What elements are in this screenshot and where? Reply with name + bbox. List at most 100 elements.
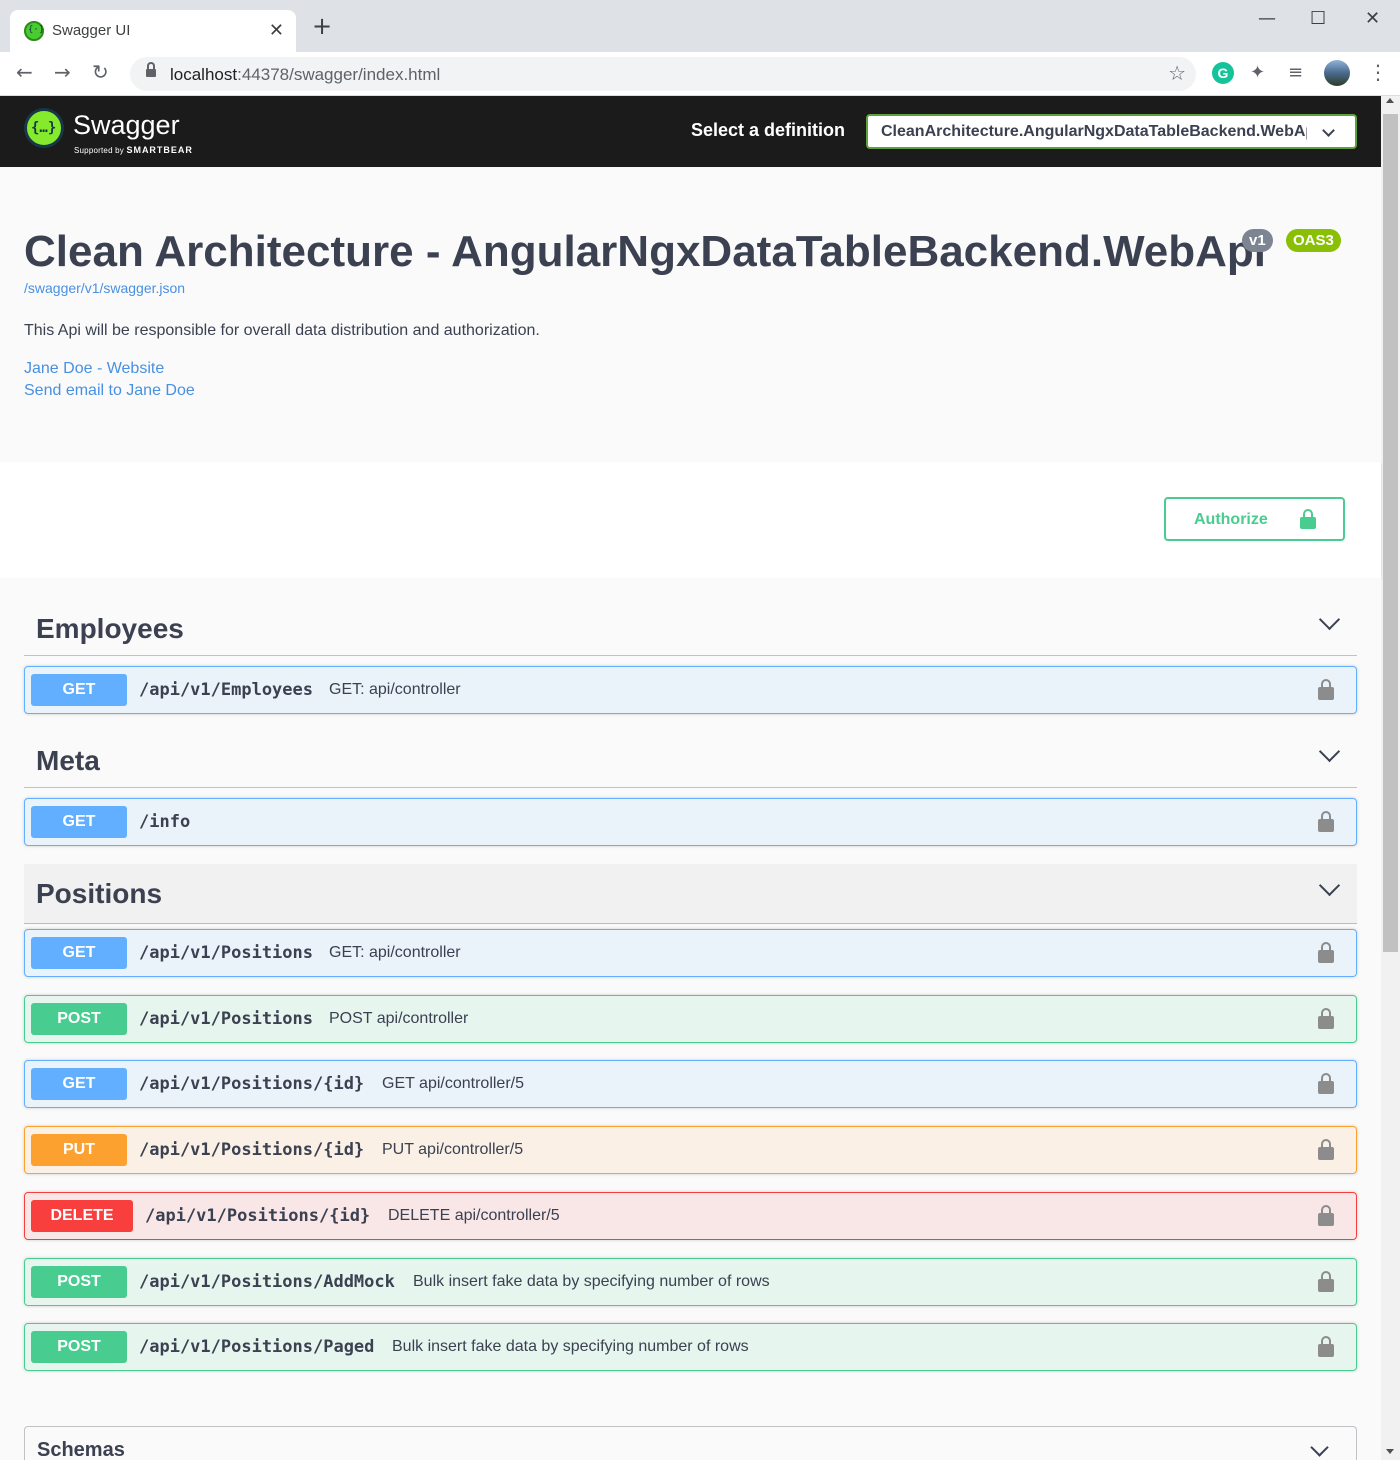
operation-summary: GET: api/controller <box>329 681 461 698</box>
browser-tabstrip: Swagger UI ✕ + — ☐ ✕ <box>0 0 1400 52</box>
operation-path: /info <box>139 812 191 832</box>
url-text: localhost:44378/swagger/index.html <box>170 65 441 84</box>
operation-summary: PUT api/controller/5 <box>382 1141 524 1158</box>
operation-post-paged[interactable]: POST /api/v1/Positions/Paged Bulk insert… <box>24 1323 1357 1371</box>
tag-title: Positions <box>36 878 163 909</box>
bookmark-star-icon[interactable]: ☆ <box>1168 61 1186 85</box>
close-tab-icon[interactable]: ✕ <box>269 20 284 41</box>
tag-title: Employees <box>36 613 184 644</box>
media-control-icon[interactable]: ≡ <box>1288 62 1310 84</box>
definition-select-value: CleanArchitecture.AngularNgxDataTableBac… <box>881 123 1307 140</box>
api-title: Clean Architecture - AngularNgxDataTable… <box>24 227 1267 276</box>
back-icon[interactable]: ← <box>16 60 33 84</box>
lock-icon[interactable] <box>1318 1336 1334 1357</box>
authorize-button[interactable]: Authorize <box>1164 497 1345 541</box>
operation-path: /api/v1/Positions/Paged <box>139 1337 375 1357</box>
swagger-logo-icon[interactable]: {…} <box>24 108 64 148</box>
operation-summary: Bulk insert fake data by specifying numb… <box>392 1338 749 1355</box>
operation-get-info[interactable]: GET /info <box>24 798 1357 846</box>
lock-icon[interactable] <box>1318 1271 1334 1292</box>
oas-badge: OAS3 <box>1286 229 1341 252</box>
secure-lock-icon <box>146 62 156 79</box>
method-badge: POST <box>31 1266 127 1298</box>
browser-tab[interactable]: Swagger UI ✕ <box>10 10 296 52</box>
operation-path: /api/v1/Positions/{id} <box>139 1074 365 1094</box>
operation-get-position-by-id[interactable]: GET /api/v1/Positions/{id} GET api/contr… <box>24 1060 1357 1108</box>
contact-email-link[interactable]: Send email to Jane Doe <box>24 382 195 400</box>
grammarly-extension-icon[interactable]: G <box>1212 62 1234 84</box>
lock-icon[interactable] <box>1318 679 1334 700</box>
operation-summary: GET api/controller/5 <box>382 1075 524 1092</box>
operation-put-position[interactable]: PUT /api/v1/Positions/{id} PUT api/contr… <box>24 1126 1357 1174</box>
method-badge: GET <box>31 937 127 969</box>
operation-path: /api/v1/Positions/{id} <box>145 1206 371 1226</box>
operation-path: /api/v1/Positions/AddMock <box>139 1272 395 1292</box>
operation-summary: Bulk insert fake data by specifying numb… <box>413 1273 770 1290</box>
forward-icon[interactable]: → <box>54 60 71 84</box>
operation-get-positions[interactable]: GET /api/v1/Positions GET: api/controlle… <box>24 929 1357 977</box>
supported-by-text: Supported by SMARTBEAR <box>74 145 193 155</box>
operation-path: /api/v1/Positions/{id} <box>139 1140 365 1160</box>
browser-menu-icon[interactable]: ⋮ <box>1368 60 1388 84</box>
lock-icon[interactable] <box>1318 942 1334 963</box>
api-info: Clean Architecture - AngularNgxDataTable… <box>0 167 1381 462</box>
page-scrollbar[interactable] <box>1381 96 1400 1460</box>
lock-icon[interactable] <box>1318 1073 1334 1094</box>
unlocked-icon <box>1300 509 1316 529</box>
window-close-icon[interactable]: ✕ <box>1365 8 1380 29</box>
scroll-up-arrow-icon[interactable] <box>1386 98 1394 103</box>
scheme-container: Authorize <box>0 462 1381 578</box>
contact-website-link[interactable]: Jane Doe - Website <box>24 360 164 378</box>
address-bar[interactable]: localhost:44378/swagger/index.html ☆ <box>130 57 1196 91</box>
browser-toolbar: ← → ↻ localhost:44378/swagger/index.html… <box>0 52 1400 96</box>
schemas-title: Schemas <box>37 1439 125 1460</box>
definition-select[interactable]: CleanArchitecture.AngularNgxDataTableBac… <box>866 114 1357 149</box>
lock-icon[interactable] <box>1318 1008 1334 1029</box>
method-badge: POST <box>31 1003 127 1035</box>
lock-icon[interactable] <box>1318 1205 1334 1226</box>
tab-title: Swagger UI <box>52 22 131 39</box>
lock-icon[interactable] <box>1318 1139 1334 1160</box>
method-badge: GET <box>31 674 127 706</box>
version-badge: v1 <box>1242 229 1273 252</box>
spec-json-link[interactable]: /swagger/v1/swagger.json <box>24 280 185 296</box>
operation-summary: DELETE api/controller/5 <box>388 1207 560 1224</box>
extensions-puzzle-icon[interactable]: ✦ <box>1250 62 1272 84</box>
operation-summary: GET: api/controller <box>329 944 461 961</box>
schemas-section[interactable]: Schemas <box>24 1426 1357 1460</box>
operations-wrapper: Employees GET /api/v1/Employees GET: api… <box>0 578 1381 1460</box>
authorize-label: Authorize <box>1194 511 1268 528</box>
select-definition-label: Select a definition <box>691 120 846 140</box>
profile-avatar[interactable] <box>1324 60 1350 86</box>
chevron-down-icon <box>1322 124 1335 137</box>
api-description: This Api will be responsible for overall… <box>24 322 540 339</box>
tag-positions[interactable]: Positions <box>24 864 1357 924</box>
method-badge: GET <box>31 806 127 838</box>
tag-employees[interactable]: Employees <box>24 602 1357 656</box>
method-badge: PUT <box>31 1134 127 1166</box>
operation-post-positions[interactable]: POST /api/v1/Positions POST api/controll… <box>24 995 1357 1043</box>
chevron-down-icon <box>1318 608 1341 631</box>
operation-path: /api/v1/Employees <box>139 680 313 700</box>
operation-post-addmock[interactable]: POST /api/v1/Positions/AddMock Bulk inse… <box>24 1258 1357 1306</box>
lock-icon[interactable] <box>1318 811 1334 832</box>
swagger-topbar: {…} Swagger Supported by SMARTBEAR Selec… <box>0 96 1381 167</box>
tag-meta[interactable]: Meta <box>24 734 1357 788</box>
operation-delete-position[interactable]: DELETE /api/v1/Positions/{id} DELETE api… <box>24 1192 1357 1240</box>
swagger-favicon-icon <box>24 21 44 41</box>
method-badge: GET <box>31 1068 127 1100</box>
operation-summary: POST api/controller <box>329 1010 469 1027</box>
maximize-icon[interactable]: ☐ <box>1310 8 1326 29</box>
reload-icon[interactable]: ↻ <box>92 60 109 84</box>
minimize-icon[interactable]: — <box>1258 8 1276 29</box>
operation-path: /api/v1/Positions <box>139 1009 313 1029</box>
chevron-down-icon <box>1318 874 1341 897</box>
method-badge: POST <box>31 1331 127 1363</box>
new-tab-icon[interactable]: + <box>312 14 332 38</box>
swagger-logo-text: Swagger <box>73 110 180 140</box>
method-badge: DELETE <box>31 1200 133 1232</box>
scroll-thumb[interactable] <box>1383 114 1398 952</box>
scroll-down-arrow-icon[interactable] <box>1386 1449 1394 1454</box>
operation-path: /api/v1/Positions <box>139 943 313 963</box>
operation-get-employees[interactable]: GET /api/v1/Employees GET: api/controlle… <box>24 666 1357 714</box>
